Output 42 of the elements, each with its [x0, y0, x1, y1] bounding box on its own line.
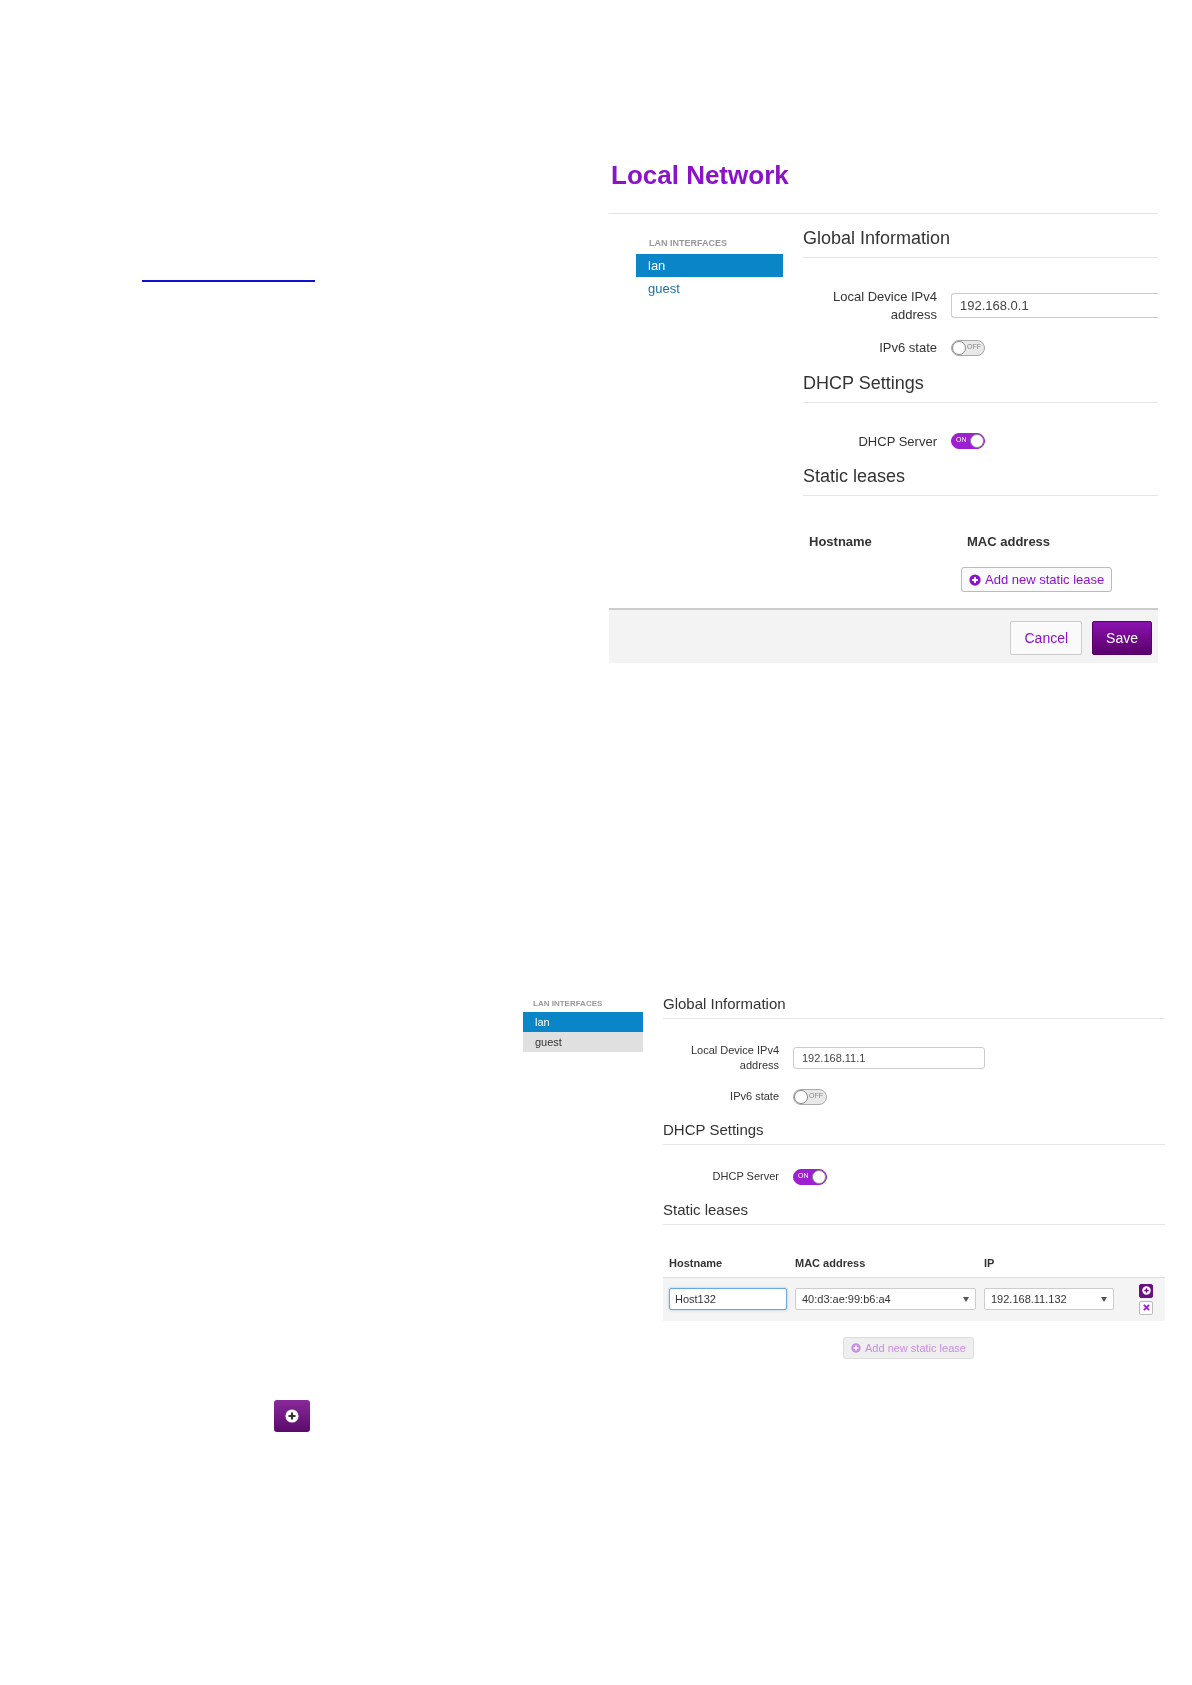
field-label: IPv6 state [878, 339, 937, 357]
sidebar-heading: LAN INTERFACES [532, 998, 604, 1010]
column-header: IP [984, 1256, 996, 1269]
sidebar-item[interactable]: guest [523, 1032, 643, 1052]
field-label: DHCP Server [857, 432, 937, 451]
dropdown[interactable]: 40:d3:ae:99:b6:a4 [795, 1288, 976, 1311]
section-heading: Global Information [663, 995, 1165, 1019]
section-heading: Static leases [803, 466, 1158, 497]
close-icon [1142, 1304, 1150, 1312]
plus-icon [1141, 1286, 1151, 1296]
column-header: Hostname [669, 1256, 724, 1269]
add-button[interactable] [274, 1400, 310, 1432]
input-field[interactable]: Host132 [669, 1288, 787, 1311]
add-lease-button[interactable]: Add new static lease [961, 567, 1113, 593]
column-header: MAC address [795, 1256, 867, 1269]
plus-icon [851, 1342, 861, 1353]
save-button[interactable]: Save [1092, 621, 1152, 656]
section-heading: Global Information [803, 228, 1158, 258]
cancel-button[interactable]: Cancel [1010, 621, 1083, 656]
caret-icon [963, 1296, 969, 1302]
sidebar-heading: LAN INTERFACES [648, 237, 728, 250]
section-heading: Static leases [663, 1200, 1165, 1225]
input-field[interactable]: 192.168.0.1 [951, 293, 1158, 319]
plus-icon [969, 573, 981, 586]
caret-icon [1101, 1296, 1107, 1302]
section-heading: DHCP Settings [663, 1120, 1165, 1145]
sidebar-item[interactable]: lan [523, 1012, 643, 1032]
dropdown[interactable]: 192.168.11.132 [984, 1288, 1114, 1311]
add-button[interactable] [1139, 1283, 1153, 1298]
plus-icon [285, 1409, 299, 1423]
field-label: Local Device IPv4 address [689, 1043, 779, 1073]
section-heading: DHCP Settings [803, 372, 1158, 403]
sidebar-item[interactable]: lan [636, 254, 783, 277]
field-label: Local Device IPv4 address [831, 288, 937, 324]
page-title: Local Network [611, 160, 790, 191]
sidebar-item[interactable]: guest [636, 277, 783, 300]
remove-button[interactable] [1139, 1300, 1153, 1315]
input-field[interactable]: 192.168.11.1 [793, 1046, 985, 1069]
column-header: MAC address [967, 534, 1052, 550]
field-label: DHCP Server [711, 1169, 779, 1185]
column-header: Hostname [809, 534, 873, 550]
field-label: IPv6 state [729, 1089, 779, 1105]
